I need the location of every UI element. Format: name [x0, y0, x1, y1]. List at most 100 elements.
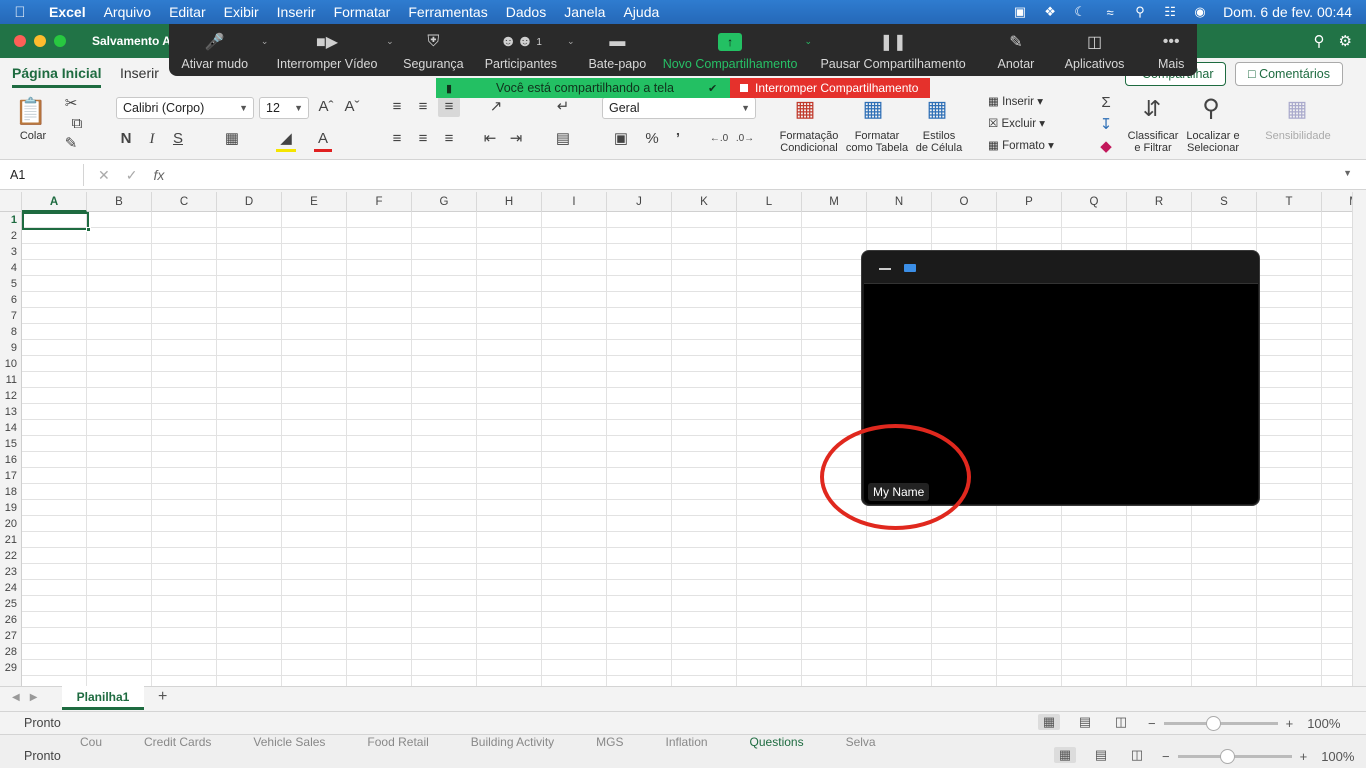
- fill-icon[interactable]: ↧: [1092, 115, 1120, 135]
- row-header[interactable]: 4: [0, 260, 22, 276]
- increase-font-icon[interactable]: Aˆ: [316, 97, 336, 117]
- page-break-view-icon[interactable]: ◫: [1126, 747, 1148, 763]
- accounting-format-icon[interactable]: ▣: [606, 129, 636, 149]
- decrease-font-icon[interactable]: Aˇ: [342, 97, 362, 117]
- page-break-view-icon[interactable]: ◫: [1110, 714, 1132, 730]
- page-layout-view-icon[interactable]: ▤: [1074, 714, 1096, 730]
- row-header[interactable]: 17: [0, 468, 22, 484]
- vertical-scrollbar[interactable]: [1352, 192, 1366, 686]
- account-icon[interactable]: ⚙: [1339, 32, 1352, 50]
- column-header[interactable]: M: [1322, 192, 1352, 212]
- zoom-in-icon[interactable]: +: [1300, 749, 1308, 764]
- align-right-icon[interactable]: ≡: [440, 129, 458, 149]
- row-header[interactable]: 10: [0, 356, 22, 372]
- decrease-decimal-icon[interactable]: .0→: [734, 129, 756, 149]
- sensitivity-label[interactable]: Sensibilidade: [1262, 130, 1334, 142]
- menu-formatar[interactable]: Formatar: [325, 4, 400, 20]
- column-header[interactable]: G: [412, 192, 477, 212]
- annotate-button[interactable]: ✎ Anotar: [988, 30, 1044, 74]
- name-box[interactable]: A1: [4, 164, 84, 186]
- row-header[interactable]: 25: [0, 596, 22, 612]
- align-middle-icon[interactable]: ≡: [414, 97, 432, 117]
- menu-dados[interactable]: Dados: [497, 4, 555, 20]
- column-header[interactable]: K: [672, 192, 737, 212]
- orientation-icon[interactable]: ↗: [482, 97, 510, 117]
- chevron-down-icon[interactable]: ⌄: [567, 36, 575, 47]
- merge-cells-icon[interactable]: ▤: [548, 129, 578, 149]
- underline-icon[interactable]: S: [170, 129, 186, 149]
- drag-handle-icon[interactable]: ▮: [436, 82, 462, 95]
- row-header[interactable]: 24: [0, 580, 22, 596]
- fill-handle[interactable]: [86, 227, 91, 232]
- sort-filter-icon[interactable]: ⇵: [1132, 94, 1172, 124]
- column-header[interactable]: A: [22, 192, 87, 212]
- menu-arquivo[interactable]: Arquivo: [95, 4, 160, 20]
- column-header[interactable]: L: [737, 192, 802, 212]
- column-header[interactable]: N: [867, 192, 932, 212]
- sheet-nav-arrows[interactable]: ◀▶: [12, 692, 47, 703]
- page-layout-view-icon[interactable]: ▤: [1090, 747, 1112, 763]
- menu-editar[interactable]: Editar: [160, 4, 215, 20]
- row-header[interactable]: 26: [0, 612, 22, 628]
- row-header[interactable]: 6: [0, 292, 22, 308]
- zoom-in-icon[interactable]: +: [1286, 716, 1294, 731]
- expand-formula-icon[interactable]: ▼: [1343, 168, 1352, 178]
- comments-button[interactable]: □ Comentários: [1235, 62, 1343, 86]
- column-header[interactable]: O: [932, 192, 997, 212]
- conditional-formatting-label[interactable]: Formatação Condicional: [776, 130, 842, 154]
- row-header[interactable]: 29: [0, 660, 22, 676]
- conditional-formatting-icon[interactable]: ▦: [788, 94, 822, 124]
- font-name-select[interactable]: Calibri (Corpo) ▼: [116, 97, 254, 119]
- row-header[interactable]: 27: [0, 628, 22, 644]
- number-format-select[interactable]: Geral ▼: [602, 97, 756, 119]
- row-header[interactable]: 21: [0, 532, 22, 548]
- align-center-icon[interactable]: ≡: [414, 129, 432, 149]
- menu-ajuda[interactable]: Ajuda: [614, 4, 668, 20]
- insert-cells-button[interactable]: ▦ Inserir ▾: [988, 96, 1058, 108]
- stop-video-button[interactable]: ■▶ Interromper Vídeo ⌄: [268, 30, 394, 74]
- bold-icon[interactable]: N: [118, 129, 134, 149]
- row-header[interactable]: 7: [0, 308, 22, 324]
- column-header[interactable]: M: [802, 192, 867, 212]
- sheet-tab-active[interactable]: Planilha1: [62, 686, 144, 710]
- align-bottom-icon[interactable]: ≡: [438, 97, 460, 117]
- zoom-slider[interactable]: [1177, 749, 1292, 764]
- sort-filter-label[interactable]: Classificar e Filtrar: [1122, 130, 1184, 154]
- column-header[interactable]: R: [1127, 192, 1192, 212]
- normal-view-icon[interactable]: ▦: [1054, 747, 1076, 763]
- row-header[interactable]: 22: [0, 548, 22, 564]
- find-select-icon[interactable]: ⚲: [1194, 94, 1228, 124]
- decrease-indent-icon[interactable]: ⇤: [480, 129, 500, 149]
- paste-label[interactable]: Colar: [14, 130, 52, 142]
- cut-icon[interactable]: ✂: [62, 94, 80, 114]
- zoom-slider-knob[interactable]: [1205, 716, 1221, 731]
- siri-icon[interactable]: ◉: [1185, 4, 1215, 20]
- menu-ferramentas[interactable]: Ferramentas: [399, 4, 496, 20]
- row-header[interactable]: 16: [0, 452, 22, 468]
- close-window-button[interactable]: [14, 35, 26, 47]
- zoom-percent[interactable]: 100%: [1307, 716, 1340, 731]
- align-top-icon[interactable]: ≡: [388, 97, 406, 117]
- mute-button[interactable]: 🎤 Ativar mudo ⌄: [169, 30, 268, 74]
- zoom-percent[interactable]: 100%: [1321, 749, 1354, 764]
- formula-input[interactable]: [186, 168, 1336, 184]
- wifi-icon[interactable]: ≈: [1095, 5, 1125, 20]
- minimize-window-button[interactable]: [34, 35, 46, 47]
- chevron-down-icon[interactable]: ⌄: [805, 36, 813, 47]
- delete-cells-button[interactable]: ☒ Excluir ▾: [988, 118, 1058, 130]
- column-header[interactable]: T: [1257, 192, 1322, 212]
- new-share-button[interactable]: ↑ Novo Compartilhamento ⌄: [656, 30, 812, 74]
- cell-styles-icon[interactable]: ▦: [920, 94, 954, 124]
- increase-indent-icon[interactable]: ⇥: [506, 129, 526, 149]
- row-header[interactable]: 28: [0, 644, 22, 660]
- menubar-clock[interactable]: Dom. 6 de fev. 00:44: [1215, 4, 1366, 20]
- comma-style-icon[interactable]: ’: [670, 129, 686, 149]
- column-header[interactable]: P: [997, 192, 1062, 212]
- align-left-icon[interactable]: ≡: [388, 129, 406, 149]
- cell-styles-label[interactable]: Estilos de Célula: [910, 130, 968, 154]
- search-icon[interactable]: ⚲: [1125, 4, 1155, 20]
- zoom-out-icon[interactable]: −: [1162, 749, 1170, 764]
- row-header[interactable]: 2: [0, 228, 22, 244]
- menu-exibir[interactable]: Exibir: [215, 4, 268, 20]
- cancel-formula-icon[interactable]: ✕: [98, 164, 110, 186]
